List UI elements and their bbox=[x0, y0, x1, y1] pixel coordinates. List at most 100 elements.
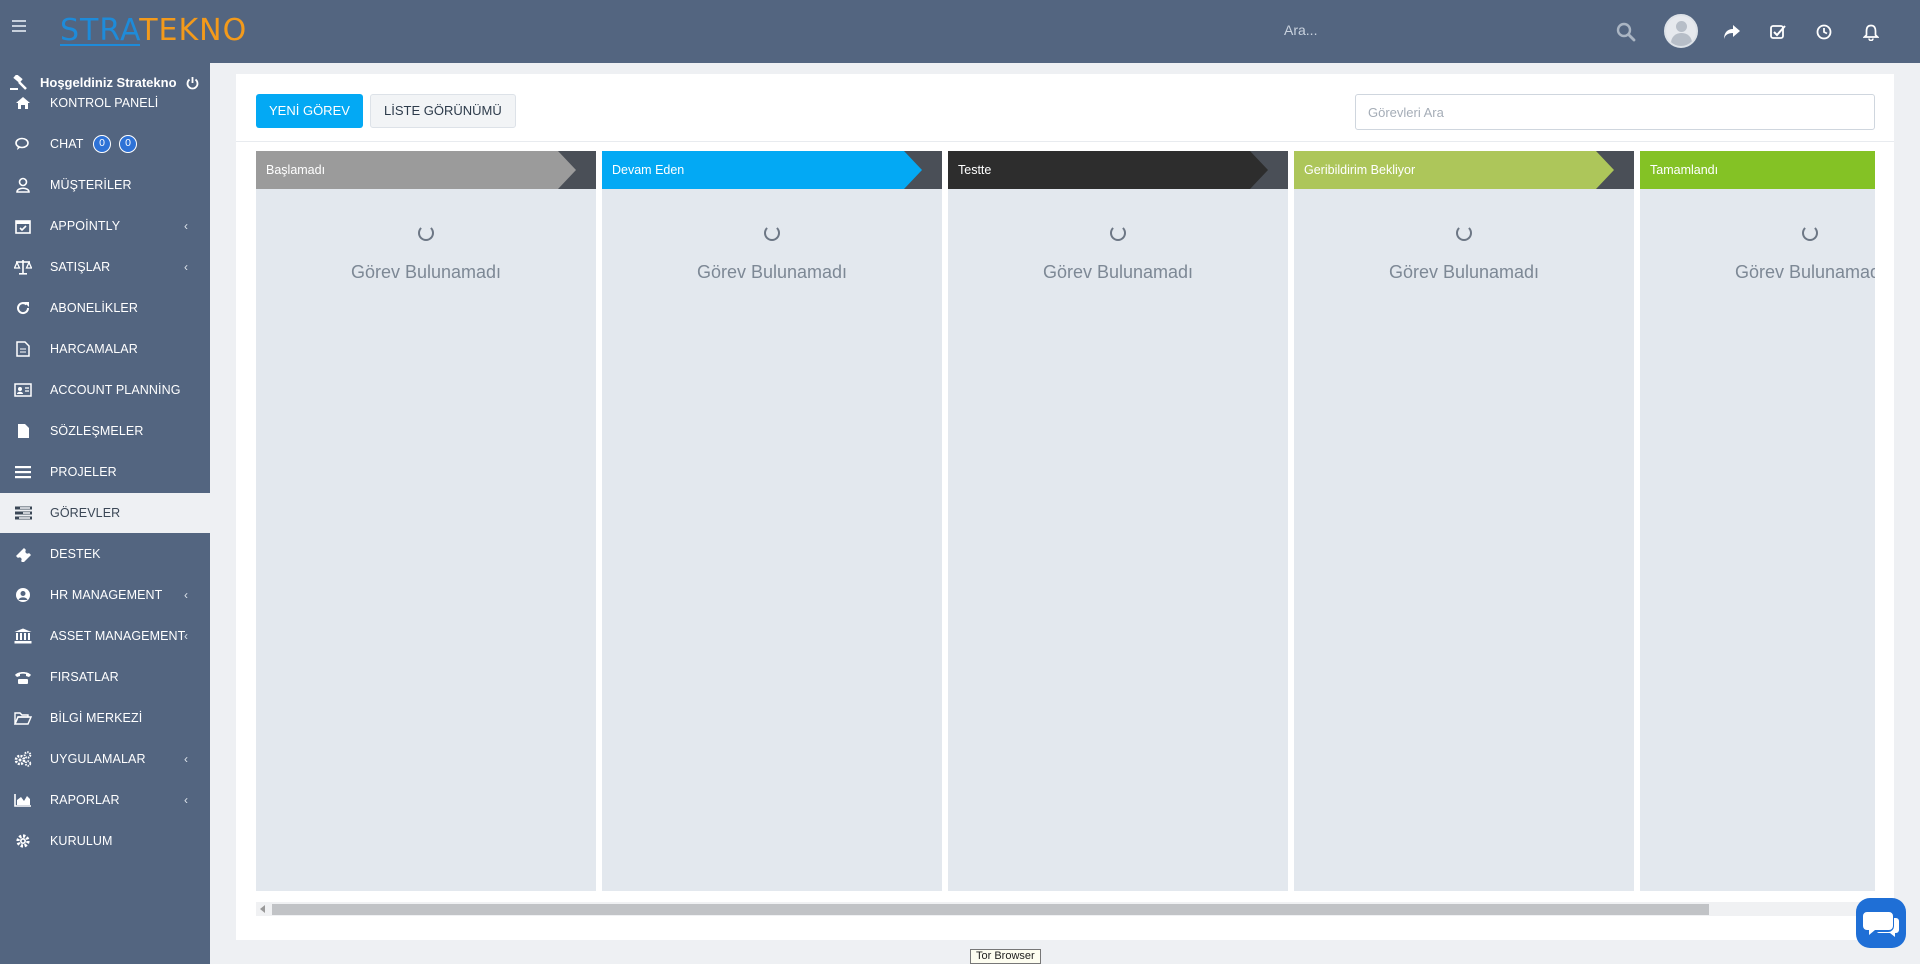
sidebar-item-7[interactable]: HARCAMALAR bbox=[0, 329, 210, 369]
chevron-left-icon: ‹ bbox=[184, 219, 188, 233]
loading-spinner-icon bbox=[764, 225, 780, 241]
bell-icon[interactable] bbox=[1859, 20, 1883, 44]
sidebar-item-label: ABONELİKLER bbox=[50, 301, 138, 315]
sidebar-item-3[interactable]: MÜŞTERİLER bbox=[0, 165, 210, 205]
user-icon bbox=[14, 177, 32, 193]
chat-icon bbox=[14, 136, 32, 152]
tasks-panel: YENİ GÖREV LİSTE GÖRÜNÜMÜ Başlamadı Görev… bbox=[236, 74, 1894, 940]
gear-icon bbox=[14, 833, 32, 849]
sidebar-item-label: SATIŞLAR bbox=[50, 260, 111, 274]
sidebar-item-5[interactable]: SATIŞLAR ‹ bbox=[0, 247, 210, 287]
ticket-icon bbox=[14, 546, 32, 562]
bars-icon bbox=[14, 464, 32, 480]
avatar[interactable] bbox=[1664, 14, 1698, 48]
new-task-button[interactable]: YENİ GÖREV bbox=[256, 94, 363, 128]
sidebar-item-label: ACCOUNT PLANNİNG bbox=[50, 383, 181, 397]
sidebar-item-9[interactable]: SÖZLEŞMELER bbox=[0, 411, 210, 451]
sidebar-item-label: ASSET MANAGEMENT bbox=[50, 629, 186, 643]
sidebar-item-label: FIRSATLAR bbox=[50, 670, 119, 684]
search-icon[interactable] bbox=[1614, 20, 1638, 44]
sidebar-item-16[interactable]: BİLGİ MERKEZİ bbox=[0, 698, 210, 738]
kanban-column: Testte Görev Bulunamadı bbox=[948, 151, 1288, 891]
browser-tooltip: Tor Browser bbox=[970, 949, 1041, 964]
sidebar-item-label: HR MANAGEMENT bbox=[50, 588, 163, 602]
top-header: STRATEKNO bbox=[0, 0, 1920, 63]
sidebar-item-label: SÖZLEŞMELER bbox=[50, 424, 144, 438]
kanban-board: Başlamadı Görev Bulunamadı Devam Eden Görev… bbox=[256, 151, 1875, 891]
sidebar-item-17[interactable]: UYGULAMALAR ‹ bbox=[0, 739, 210, 779]
column-header[interactable]: Devam Eden bbox=[602, 151, 942, 189]
sidebar: Hoşgeldiniz Stratekno KONTROL PANELİ CHAT… bbox=[0, 63, 210, 964]
chevron-right-icon bbox=[904, 151, 922, 189]
document-icon bbox=[14, 341, 32, 357]
horizontal-scrollbar[interactable] bbox=[256, 902, 1875, 916]
chevron-right-icon bbox=[1596, 151, 1614, 189]
kanban-column: Devam Eden Görev Bulunamadı bbox=[602, 151, 942, 891]
chevron-right-icon bbox=[1250, 151, 1268, 189]
sidebar-item-label: APPOİNTLY bbox=[50, 219, 121, 233]
column-title: Tamamlandı bbox=[1650, 163, 1719, 177]
sidebar-item-2[interactable]: CHAT 0 0 bbox=[0, 124, 210, 164]
column-header-arrow bbox=[1250, 151, 1288, 189]
sidebar-item-label: HARCAMALAR bbox=[50, 342, 138, 356]
sidebar-item-label: KONTROL PANELİ bbox=[50, 96, 159, 110]
column-title: Başlamadı bbox=[266, 163, 326, 177]
sidebar-item-6[interactable]: ABONELİKLER bbox=[0, 288, 210, 328]
column-header[interactable]: Tamamlandı bbox=[1640, 151, 1875, 189]
share-icon[interactable] bbox=[1720, 20, 1744, 44]
area-chart-icon bbox=[14, 792, 32, 808]
sidebar-item-label: UYGULAMALAR bbox=[50, 752, 146, 766]
scrollbar-thumb[interactable] bbox=[272, 904, 1709, 915]
chevron-left-icon: ‹ bbox=[184, 752, 188, 766]
sidebar-item-12[interactable]: DESTEK bbox=[0, 534, 210, 574]
sidebar-item-4[interactable]: APPOİNTLY ‹ bbox=[0, 206, 210, 246]
menu-toggle-icon[interactable] bbox=[12, 20, 28, 36]
sidebar-item-label: RAPORLAR bbox=[50, 793, 120, 807]
sidebar-item-14[interactable]: ASSET MANAGEMENT ‹ bbox=[0, 616, 210, 656]
sidebar-item-11[interactable]: GÖREVLER bbox=[0, 493, 210, 533]
cogs-icon bbox=[14, 751, 32, 767]
global-search-input[interactable] bbox=[1284, 22, 1584, 38]
empty-column-message: Görev Bulunamadı bbox=[1388, 262, 1540, 282]
sidebar-item-13[interactable]: HR MANAGEMENT ‹ bbox=[0, 575, 210, 615]
loading-spinner-icon bbox=[1802, 225, 1818, 241]
column-header-arrow bbox=[558, 151, 596, 189]
chat-widget-button[interactable] bbox=[1856, 898, 1906, 948]
sidebar-item-10[interactable]: PROJELER bbox=[0, 452, 210, 492]
kanban-column: Geribildirim Bekliyor Görev Bulunamadı bbox=[1294, 151, 1634, 891]
column-title: Devam Eden bbox=[612, 163, 685, 177]
sidebar-item-18[interactable]: RAPORLAR ‹ bbox=[0, 780, 210, 820]
sidebar-item-19[interactable]: KURULUM bbox=[0, 821, 210, 861]
chat-count-badge: 0 bbox=[93, 135, 111, 153]
column-title: Testte bbox=[958, 163, 992, 177]
logo[interactable]: STRATEKNO bbox=[60, 14, 247, 48]
list-view-button[interactable]: LİSTE GÖRÜNÜMÜ bbox=[370, 94, 516, 128]
sidebar-item-1[interactable]: KONTROL PANELİ bbox=[0, 83, 210, 123]
sidebar-item-label: CHAT bbox=[50, 137, 84, 151]
bank-icon bbox=[14, 628, 32, 644]
sidebar-item-8[interactable]: ACCOUNT PLANNİNG bbox=[0, 370, 210, 410]
sidebar-item-label: PROJELER bbox=[50, 465, 117, 479]
column-header[interactable]: Geribildirim Bekliyor bbox=[1294, 151, 1634, 189]
checkbox-icon[interactable] bbox=[1766, 20, 1790, 44]
scroll-left-icon[interactable] bbox=[260, 905, 265, 913]
column-header[interactable]: Başlamadı bbox=[256, 151, 596, 189]
sidebar-item-label: BİLGİ MERKEZİ bbox=[50, 711, 143, 725]
clock-icon[interactable] bbox=[1812, 20, 1836, 44]
chat-count-badge: 0 bbox=[119, 135, 137, 153]
sidebar-item-label: MÜŞTERİLER bbox=[50, 178, 132, 192]
sidebar-item-label: GÖREVLER bbox=[50, 506, 121, 520]
calendar-check-icon bbox=[14, 218, 32, 234]
column-header[interactable]: Testte bbox=[948, 151, 1288, 189]
refresh-icon bbox=[14, 300, 32, 316]
loading-spinner-icon bbox=[1110, 225, 1126, 241]
chevron-left-icon: ‹ bbox=[184, 629, 188, 643]
empty-column-message: Görev Bulunamadı bbox=[696, 262, 848, 282]
sidebar-item-15[interactable]: FIRSATLAR bbox=[0, 657, 210, 697]
logo-underline bbox=[60, 44, 140, 46]
chevron-left-icon: ‹ bbox=[184, 793, 188, 807]
empty-column-message: Görev Bulunamadı bbox=[350, 262, 502, 282]
loading-spinner-icon bbox=[1456, 225, 1472, 241]
column-header-arrow bbox=[1596, 151, 1634, 189]
task-search-input[interactable] bbox=[1355, 94, 1875, 130]
